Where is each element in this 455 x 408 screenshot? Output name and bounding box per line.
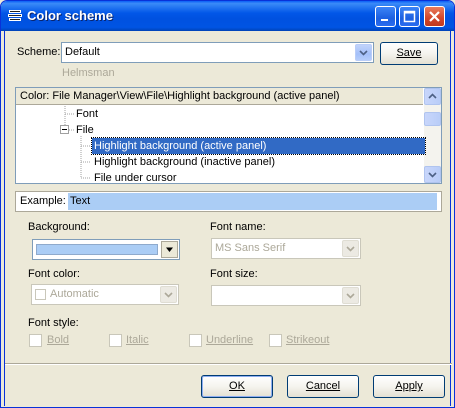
scroll-up-button[interactable] xyxy=(424,88,441,105)
maximize-button[interactable] xyxy=(399,6,420,27)
font-name-value: MS Sans Serif xyxy=(215,242,286,254)
app-icon xyxy=(7,9,23,24)
bold-label: Bold xyxy=(47,334,70,346)
example-preview: Example: Text xyxy=(15,191,442,212)
underline-label: Underline xyxy=(206,334,254,346)
font-color-swatch xyxy=(35,289,46,300)
tree-item-file-under-cursor[interactable]: File under cursor xyxy=(94,170,177,183)
font-size-label: Font size: xyxy=(210,268,258,280)
scroll-down-button[interactable] xyxy=(424,166,441,183)
font-name-label: Font name: xyxy=(210,221,266,233)
example-text: Text xyxy=(70,195,91,207)
strikeout-label: Strikeout xyxy=(286,334,330,346)
dialog-body: Scheme: Default Save Helmsman Color: Fil… xyxy=(4,31,452,406)
tree-scrollbar[interactable] xyxy=(424,88,441,183)
apply-button-label: Apply xyxy=(395,380,423,392)
scheme-hint: Helmsman xyxy=(62,67,115,79)
cancel-button[interactable]: Cancel xyxy=(287,375,359,398)
save-button[interactable]: Save xyxy=(380,42,438,65)
chevron-down-icon[interactable] xyxy=(342,287,359,304)
ok-button[interactable]: OK xyxy=(201,375,273,398)
tree-item-file[interactable]: File xyxy=(76,122,94,138)
strikeout-checkbox[interactable] xyxy=(269,334,282,347)
title-bar[interactable]: Color scheme xyxy=(1,1,454,31)
chevron-down-icon[interactable] xyxy=(342,240,359,257)
underline-checkbox[interactable] xyxy=(189,334,202,347)
scheme-label: Scheme: xyxy=(17,46,61,58)
save-button-label: Save xyxy=(396,47,422,59)
close-button[interactable] xyxy=(424,6,445,27)
tree-path-header: Color: File Manager\View\File\Highlight … xyxy=(16,88,423,105)
color-tree[interactable]: Color: File Manager\View\File\Highlight … xyxy=(15,87,442,184)
color-scheme-dialog: Color scheme Scheme: Default Save Helmsm… xyxy=(0,0,455,408)
tree-item-highlight-inactive[interactable]: Highlight background (inactive panel) xyxy=(94,154,275,170)
chevron-down-icon xyxy=(428,172,437,178)
minimize-button[interactable] xyxy=(375,6,396,27)
background-label: Background: xyxy=(28,221,90,233)
cancel-button-label: Cancel xyxy=(305,380,341,392)
tree-item-highlight-active[interactable]: Highlight background (active panel) xyxy=(91,137,426,155)
font-name-select[interactable]: MS Sans Serif xyxy=(211,238,361,259)
tree-item-font[interactable]: Font xyxy=(76,106,98,122)
background-color-swatch xyxy=(36,244,158,255)
chevron-up-icon xyxy=(428,93,437,99)
scheme-select[interactable]: Default xyxy=(61,42,374,63)
font-color-select[interactable]: Automatic xyxy=(31,284,179,305)
chevron-down-icon[interactable] xyxy=(160,286,177,303)
font-style-label: Font style: xyxy=(28,317,79,329)
scheme-value: Default xyxy=(65,46,100,58)
chevron-down-icon[interactable] xyxy=(355,44,372,61)
bold-checkbox[interactable] xyxy=(29,334,42,347)
italic-label: Italic xyxy=(126,334,149,346)
ok-button-label: OK xyxy=(229,380,245,392)
font-size-select[interactable] xyxy=(211,285,361,306)
italic-checkbox[interactable] xyxy=(109,334,122,347)
window-title: Color scheme xyxy=(27,8,113,23)
example-swatch: Text xyxy=(68,193,437,210)
background-color-picker[interactable] xyxy=(32,239,180,260)
chevron-down-icon[interactable] xyxy=(161,241,178,258)
apply-button[interactable]: Apply xyxy=(373,375,445,398)
scroll-thumb[interactable] xyxy=(424,112,441,126)
example-label: Example: xyxy=(20,195,66,207)
footer-separator xyxy=(5,363,452,365)
font-color-label: Font color: xyxy=(28,268,80,280)
font-color-value: Automatic xyxy=(50,288,99,300)
